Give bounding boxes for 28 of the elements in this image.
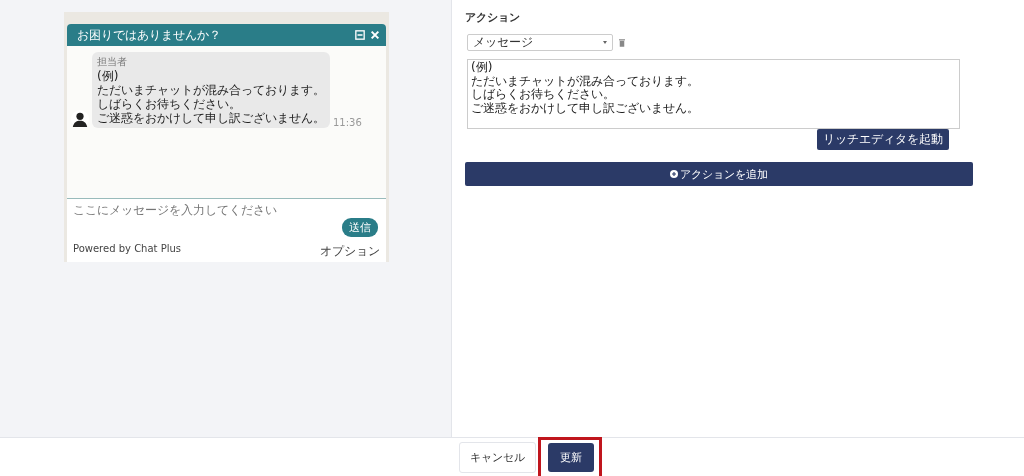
- minimize-icon[interactable]: [355, 30, 365, 40]
- text-line: ただいまチャットが混み合っております。: [471, 74, 700, 88]
- section-title: アクション: [465, 10, 521, 25]
- plus-icon: [670, 170, 678, 178]
- powered-by-text: Powered by Chat Plus: [73, 243, 182, 256]
- message-input-field[interactable]: ここにメッセージを入力してください: [67, 202, 339, 218]
- cancel-button[interactable]: キャンセル: [458, 441, 536, 473]
- text-line: ご迷惑をおかけして申し訳ございません。: [471, 101, 700, 115]
- chat-title: お困りではありませんか？: [77, 26, 222, 44]
- text-line: しばらくお待ちください。: [471, 88, 616, 102]
- update-button[interactable]: 更新: [547, 442, 594, 472]
- message-line: (例): [97, 69, 120, 83]
- action-type-select[interactable]: メッセージ: [467, 34, 613, 51]
- send-button[interactable]: 送信: [342, 218, 378, 237]
- caret-icon: [603, 41, 607, 44]
- avatar-icon: [71, 110, 89, 128]
- add-action-button[interactable]: アクションを追加: [465, 162, 973, 186]
- message-field[interactable]: (例) ただいまチャットが混み合っております。 しばらくお待ちください。 ご迷惑をおかけして申し訳ございません。: [467, 59, 960, 129]
- message-line: しばらくお待ちください。: [97, 97, 242, 111]
- message-line: ご迷惑をおかけして申し訳ございません。: [97, 111, 325, 125]
- close-icon[interactable]: [370, 30, 380, 40]
- trash-icon[interactable]: [619, 38, 625, 47]
- message-line: ただいまチャットが混み合っております。: [97, 83, 325, 97]
- rich-editor-button[interactable]: リッチエディタを起動: [817, 129, 949, 150]
- option-link[interactable]: オプション: [320, 243, 380, 260]
- message-time: 11:36: [333, 117, 362, 128]
- text-line: (例): [471, 61, 494, 75]
- sender-name: 担当者: [97, 55, 128, 69]
